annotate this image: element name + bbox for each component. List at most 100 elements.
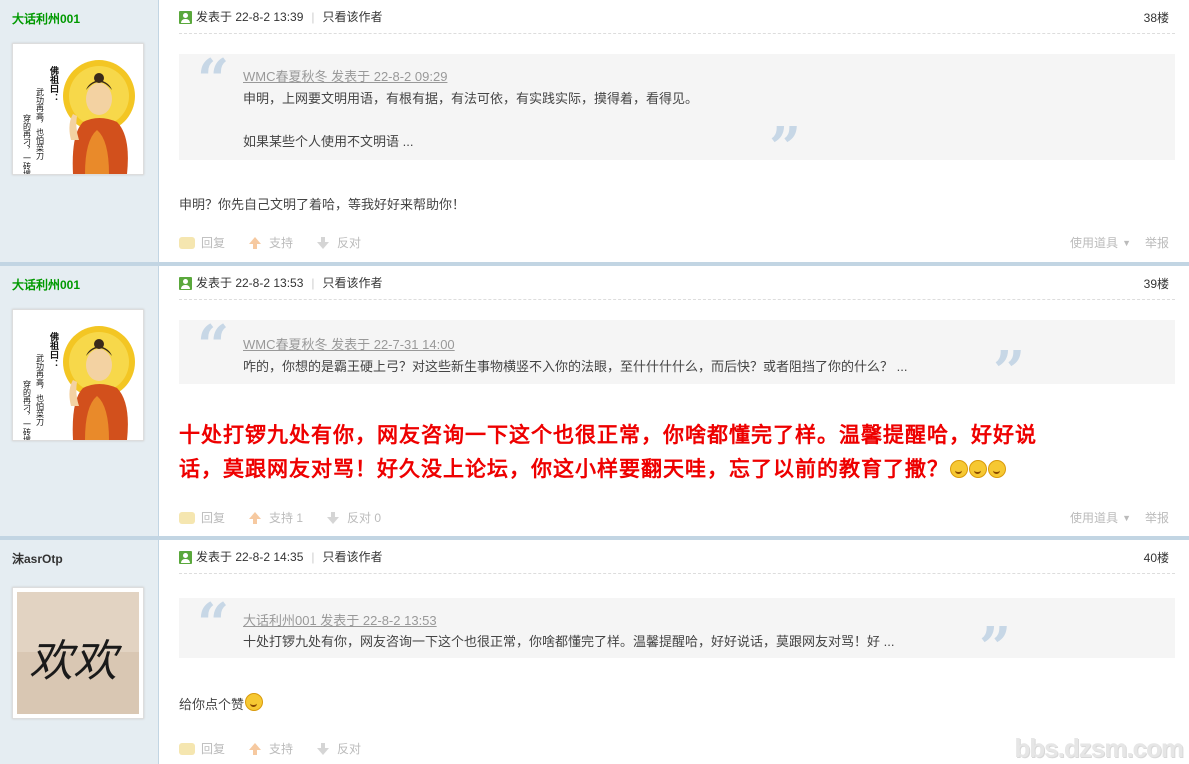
reply-label: 回复: [201, 511, 226, 525]
post-body: 给你点个赞: [179, 693, 264, 713]
post-content: 发表于 22-8-2 13:39 | 只看该作者 38楼 “ WMC春夏秋冬 发…: [159, 0, 1189, 262]
reply-button[interactable]: 回复: [179, 234, 225, 252]
thumb-up-icon: [247, 743, 263, 755]
post-meta: 发表于 22-8-2 14:35 | 只看该作者: [179, 549, 383, 565]
divider: |: [311, 276, 315, 290]
quote-open-icon: “: [197, 313, 230, 379]
quote-close-icon: ”: [993, 339, 1026, 405]
quote-block: “ 大话利州001 发表于 22-8-2 13:53 十处打锣九处有你，网友咨询…: [179, 596, 1175, 676]
post-tools: 使用道具 ▼ 举报: [1070, 234, 1169, 252]
support-label: 支持: [269, 742, 294, 756]
view-author-only-link[interactable]: 只看该作者: [323, 9, 383, 25]
thumb-down-icon: [315, 743, 331, 755]
support-button[interactable]: 支持 1: [247, 509, 303, 527]
thumb-down-icon: [315, 237, 331, 249]
quote-open-icon: “: [197, 47, 230, 113]
reply-button[interactable]: 回复: [179, 740, 225, 758]
support-label: 支持 1: [269, 511, 304, 525]
quote-author-link[interactable]: WMC春夏秋冬 发表于 22-7-31 14:00: [243, 334, 455, 353]
oppose-button[interactable]: 反对: [315, 740, 361, 758]
thumb-up-icon: [247, 512, 263, 524]
author-sidebar: 大话利州001 佛祖曰： 武功再高，也怕菜刀 穿的再刁，一砖撂: [0, 266, 159, 536]
avatar[interactable]: 欢欢: [12, 587, 144, 719]
quote-block: “ WMC春夏秋冬 发表于 22-8-2 09:29 申明，上网要文明用语，有根…: [179, 47, 1175, 176]
author-name[interactable]: 大话利州001: [12, 10, 80, 27]
report-link[interactable]: 举报: [1145, 234, 1169, 252]
author-sidebar: 沫asrOtp 欢欢: [0, 540, 159, 764]
quote-close-icon: ”: [979, 615, 1012, 681]
support-label: 支持: [269, 236, 294, 250]
post-actions: 回复 支持 反对: [179, 234, 383, 252]
quote-line: 咋的，你想的是霸王硬上弓？对这些新生事物横竖不入你的法眼，至什什什什么，而后快？…: [243, 359, 908, 374]
divider-dashed: [179, 573, 1175, 574]
quote-author-link[interactable]: WMC春夏秋冬 发表于 22-8-2 09:29: [243, 66, 447, 85]
online-user-icon: [179, 276, 192, 290]
avatar-caption-col1: 武功再高，也怕菜刀: [36, 353, 45, 427]
avatar[interactable]: 佛祖曰： 武功再高，也怕菜刀 穿的再刁，一砖撂: [12, 309, 144, 441]
post-body-text: 给你点个赞: [179, 697, 245, 712]
support-button[interactable]: 支持: [247, 740, 293, 758]
post-body: 十处打锣九处有你，网友咨询一下这个也很正常，你啥都懂完了样。温馨提醒哈，好好说 …: [179, 418, 1169, 486]
post-actions: 回复 支持 1 反对 0: [179, 509, 403, 527]
thumb-up-icon: [247, 237, 263, 249]
thumb-down-icon: [325, 512, 341, 524]
quote-close-icon: ”: [769, 115, 802, 181]
avatar-handwriting: 欢欢: [29, 636, 123, 687]
divider: |: [311, 550, 315, 564]
quote-author-link[interactable]: 大话利州001 发表于 22-8-2 13:53: [243, 610, 437, 629]
oppose-label: 反对 0: [347, 511, 382, 525]
oppose-button[interactable]: 反对 0: [325, 509, 381, 527]
use-tools-menu[interactable]: 使用道具: [1070, 509, 1118, 527]
post-time: 发表于 22-8-2 13:39: [196, 10, 304, 24]
laugh-emoji-icon: [988, 460, 1006, 478]
post-39: 大话利州001 佛祖曰： 武功再高，也怕菜刀 穿的再刁，一砖撂 发表于 22-8…: [0, 266, 1189, 536]
quote-line: 十处打锣九处有你，网友咨询一下这个也很正常，你啥都懂完了样。温馨提醒哈，好好说话…: [243, 634, 895, 649]
author-name[interactable]: 沫asrOtp: [12, 550, 63, 567]
oppose-label: 反对: [337, 742, 362, 756]
laugh-emoji-icon: [950, 460, 968, 478]
floor-number[interactable]: 40楼: [1144, 549, 1169, 566]
divider-dashed: [179, 33, 1175, 34]
view-author-only-link[interactable]: 只看该作者: [323, 275, 383, 291]
avatar-caption: 佛祖曰：: [48, 65, 60, 102]
avatar-caption-col1: 武功再高，也怕菜刀: [36, 87, 45, 161]
quote-line: 申明，上网要文明用语，有根有据，有法可依，有实践实际，摸得着，看得见。: [243, 91, 699, 106]
divider: |: [311, 10, 315, 24]
oppose-label: 反对: [337, 236, 362, 250]
post-body: 申明？你先自己文明了着哈，等我好好来帮助你！: [179, 197, 466, 212]
post-40: 沫asrOtp 欢欢 发表于 22-8-2 14:35 | 只看该作者 40楼 …: [0, 540, 1189, 764]
reply-label: 回复: [201, 236, 226, 250]
post-body-text: 话，莫跟网友对骂！好久没上论坛，你这小样要翻天哇，忘了以前的教育了撒？: [179, 456, 949, 481]
laugh-emoji-icon: [969, 460, 987, 478]
author-name[interactable]: 大话利州001: [12, 276, 80, 293]
post-content: 发表于 22-8-2 14:35 | 只看该作者 40楼 “ 大话利州001 发…: [159, 540, 1189, 764]
post-body-line-2: 话，莫跟网友对骂！好久没上论坛，你这小样要翻天哇，忘了以前的教育了撒？: [179, 452, 1169, 486]
floor-number[interactable]: 39楼: [1144, 275, 1169, 292]
post-body-line: 十处打锣九处有你，网友咨询一下这个也很正常，你啥都懂完了样。温馨提醒哈，好好说: [179, 422, 1037, 447]
floor-number[interactable]: 38楼: [1144, 9, 1169, 26]
avatar-caption-col2: 穿的再刁，一砖撂: [23, 113, 32, 174]
support-button[interactable]: 支持: [247, 234, 293, 252]
report-link[interactable]: 举报: [1145, 509, 1169, 527]
chevron-down-icon: ▼: [1122, 238, 1131, 248]
reply-icon: [179, 512, 195, 524]
post-actions: 回复 支持 反对: [179, 740, 383, 758]
reply-icon: [179, 743, 195, 755]
post-content: 发表于 22-8-2 13:53 | 只看该作者 39楼 “ WMC春夏秋冬 发…: [159, 266, 1189, 536]
quote-block: “ WMC春夏秋冬 发表于 22-7-31 14:00 咋的，你想的是霸王硬上弓…: [179, 313, 1175, 400]
view-author-only-link[interactable]: 只看该作者: [323, 549, 383, 565]
post-38: 大话利州001 佛祖曰： 武功再高，也怕菜刀 穿的再刁，一砖撂 发表于 22-8…: [0, 0, 1189, 262]
laugh-emoji-icon: [245, 693, 264, 711]
handwriting-avatar-image: 欢欢: [13, 588, 143, 718]
avatar[interactable]: 佛祖曰： 武功再高，也怕菜刀 穿的再刁，一砖撂: [12, 43, 144, 175]
reply-button[interactable]: 回复: [179, 509, 225, 527]
post-time: 发表于 22-8-2 14:35: [196, 550, 304, 564]
post-meta: 发表于 22-8-2 13:53 | 只看该作者: [179, 275, 383, 291]
divider-dashed: [179, 299, 1175, 300]
site-watermark: bbs.dzsm.com: [1014, 733, 1184, 763]
use-tools-menu[interactable]: 使用道具: [1070, 234, 1118, 252]
oppose-button[interactable]: 反对: [315, 234, 361, 252]
avatar-caption-col2: 穿的再刁，一砖撂: [23, 379, 32, 440]
buddha-avatar-image: 佛祖曰： 武功再高，也怕菜刀 穿的再刁，一砖撂: [13, 44, 143, 174]
author-sidebar: 大话利州001 佛祖曰： 武功再高，也怕菜刀 穿的再刁，一砖撂: [0, 0, 159, 262]
